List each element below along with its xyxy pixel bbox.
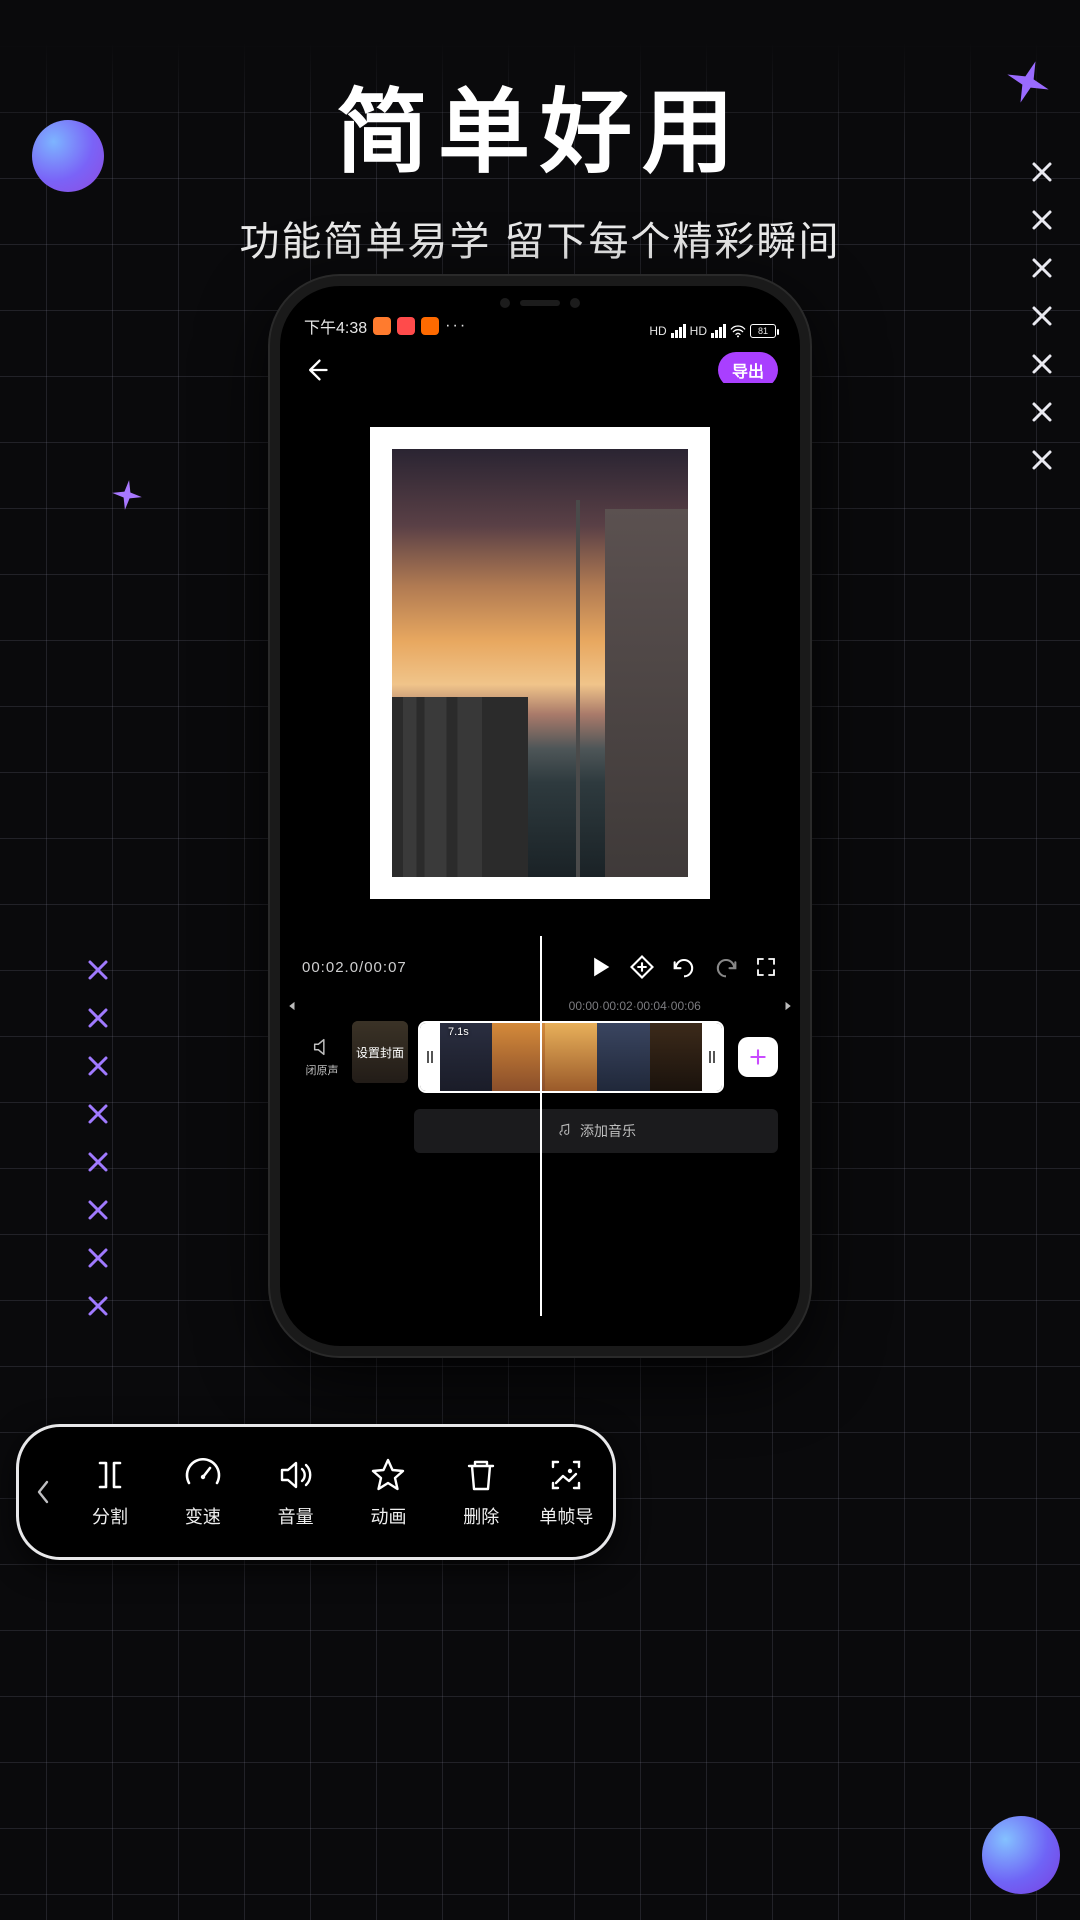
mute-label: 闭原声 xyxy=(306,1062,339,1078)
edit-toolbar: 分割 变速 音量 动画 删除 单帧导 xyxy=(16,1424,616,1560)
music-note-icon xyxy=(556,1123,572,1139)
tool-animation[interactable]: 动画 xyxy=(342,1455,435,1529)
toolbar-back-button[interactable] xyxy=(23,1427,64,1557)
status-app-icon xyxy=(397,317,415,335)
volume-icon xyxy=(276,1455,316,1495)
status-hd: HD xyxy=(690,324,707,338)
ruler-tick: 00:06 xyxy=(671,999,701,1013)
ruler-tick: 00:02 xyxy=(603,999,633,1013)
clip-strip[interactable]: 7.1s xyxy=(418,1021,724,1093)
set-cover-button[interactable]: 设置封面 xyxy=(352,1021,408,1083)
video-preview[interactable] xyxy=(280,383,800,943)
keyframe-button[interactable] xyxy=(628,953,656,981)
hero-title: 简单好用 xyxy=(0,58,1080,191)
tool-speed[interactable]: 变速 xyxy=(156,1455,249,1529)
status-app-icon xyxy=(421,317,439,335)
clip-duration: 7.1s xyxy=(448,1026,469,1038)
redo-button[interactable] xyxy=(712,953,740,981)
ruler-tick: 00:04 xyxy=(637,999,667,1013)
play-button[interactable] xyxy=(586,953,614,981)
seek-start-icon[interactable] xyxy=(284,999,298,1013)
clip-thumb xyxy=(597,1023,649,1091)
tool-frame-export[interactable]: 单帧导 xyxy=(528,1455,605,1529)
speedometer-icon xyxy=(183,1455,223,1495)
split-icon xyxy=(90,1455,130,1495)
clip-thumb xyxy=(492,1023,544,1091)
undo-button[interactable] xyxy=(670,953,698,981)
seek-end-icon[interactable] xyxy=(782,999,796,1013)
trash-icon xyxy=(461,1455,501,1495)
mute-original-button[interactable]: 闭原声 xyxy=(302,1021,342,1093)
fullscreen-button[interactable] xyxy=(754,955,778,979)
ruler-tick: 00:00 xyxy=(569,999,599,1013)
status-hd: HD xyxy=(649,324,666,338)
playhead[interactable] xyxy=(540,936,542,1316)
plus-icon xyxy=(748,1047,768,1067)
preview-image xyxy=(392,449,688,877)
preview-canvas xyxy=(370,427,710,899)
wifi-icon xyxy=(730,324,746,338)
phone-mockup: 下午4:38 ··· HD HD 81 导出 xyxy=(270,276,810,1356)
star-icon xyxy=(368,1455,408,1495)
sparkle-icon xyxy=(110,478,144,512)
battery-icon: 81 xyxy=(750,324,776,338)
signal-icon xyxy=(711,324,726,338)
status-more-icon: ··· xyxy=(445,317,467,335)
decoration-circle-bottom xyxy=(982,1816,1060,1894)
hero: 简单好用 功能简单易学 留下每个精彩瞬间 xyxy=(0,58,1080,267)
clip-handle-right[interactable] xyxy=(702,1023,722,1091)
speaker-icon xyxy=(311,1036,333,1058)
tool-delete[interactable]: 删除 xyxy=(435,1455,528,1529)
frame-export-icon xyxy=(546,1455,586,1495)
status-time: 下午4:38 xyxy=(304,314,367,338)
tool-split[interactable]: 分割 xyxy=(64,1455,157,1529)
status-bar: 下午4:38 ··· HD HD 81 xyxy=(280,286,800,342)
clip-handle-left[interactable] xyxy=(420,1023,440,1091)
hero-subtitle: 功能简单易学 留下每个精彩瞬间 xyxy=(0,209,1080,267)
back-arrow-icon[interactable] xyxy=(302,356,330,384)
clip-thumb xyxy=(650,1023,702,1091)
chevron-left-icon xyxy=(35,1478,51,1506)
add-clip-button[interactable] xyxy=(738,1037,778,1077)
clip-thumb xyxy=(545,1023,597,1091)
status-app-icon xyxy=(373,317,391,335)
tool-volume[interactable]: 音量 xyxy=(249,1455,342,1529)
signal-icon xyxy=(671,324,686,338)
time-counter: 00:02.0/00:07 xyxy=(302,959,407,976)
add-music-button[interactable]: 添加音乐 xyxy=(414,1109,778,1153)
decoration-x-column-left xyxy=(86,958,110,1318)
add-music-label: 添加音乐 xyxy=(580,1121,636,1141)
